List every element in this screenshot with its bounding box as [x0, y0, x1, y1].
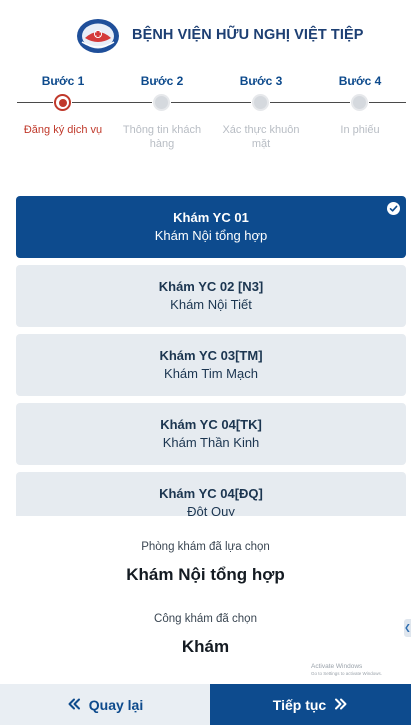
progress-stepper: Bước 1 Bước 2 Bước 3 Bước 4 Đăng ký dịch… [0, 70, 411, 160]
service-card-yc03[interactable]: Khám YC 03[TM] Khám Tim Mạch [16, 334, 406, 396]
hospital-logo-icon [77, 19, 119, 53]
service-code: Khám YC 01 [173, 210, 249, 225]
selected-service-value: Khám [181, 637, 230, 656]
service-code: Khám YC 03[TM] [159, 348, 263, 363]
step-connector [369, 102, 406, 103]
step-4-title: Bước 4 [338, 74, 382, 88]
service-code: Khám YC 04[ĐQ] [159, 486, 263, 501]
service-code: Khám YC 04[TK] [160, 417, 262, 432]
step-connector [17, 102, 53, 103]
step-connector [171, 102, 251, 103]
step-3-indicator [252, 94, 269, 111]
step-2-title: Bước 2 [140, 74, 184, 88]
activate-windows-watermark: Activate Windows Go to Settings to activ… [311, 663, 411, 677]
side-drawer-handle[interactable]: ❮ [404, 619, 411, 637]
service-card-yc04-tk[interactable]: Khám YC 04[TK] Khám Thần Kinh [16, 403, 406, 465]
selected-clinic-label: Phòng khám đã lựa chọn [141, 541, 270, 553]
service-list: Khám YC 01 Khám Nội tổng hợp Khám YC 02 … [16, 196, 406, 516]
step-2-label: Thông tin khách hàng [122, 124, 202, 150]
hospital-name: BỆNH VIỆN HỮU NGHỊ VIỆT TIỆP [132, 27, 364, 43]
service-card-yc02[interactable]: Khám YC 02 [N3] Khám Nội Tiết [16, 265, 406, 327]
watermark-title: Activate Windows [311, 663, 363, 670]
chevron-left-icon: ❮ [404, 623, 411, 632]
double-chevron-left-icon [67, 697, 81, 713]
step-2-indicator [153, 94, 170, 111]
step-1-label: Đăng ký dịch vụ [23, 124, 103, 136]
next-button-label: Tiếp tục [272, 696, 327, 713]
step-4-indicator [351, 94, 368, 111]
step-1-title: Bước 1 [41, 74, 85, 88]
selected-service-label: Công khám đã chọn [154, 613, 257, 625]
step-connector [72, 102, 152, 103]
step-4-label: In phiếu [340, 124, 380, 136]
service-card-yc01[interactable]: Khám YC 01 Khám Nội tổng hợp [16, 196, 406, 258]
back-button-label: Quay lại [88, 696, 144, 713]
app-header: BỆNH VIỆN HỮU NGHỊ VIỆT TIỆP [0, 0, 411, 66]
back-button[interactable]: Quay lại [0, 684, 210, 725]
next-button[interactable]: Tiếp tục [210, 684, 411, 725]
service-name: Khám Nội Tiết [170, 297, 252, 312]
step-connector [270, 102, 350, 103]
service-name: Khám Thần Kinh [162, 435, 260, 450]
service-card-yc04-dq[interactable]: Khám YC 04[ĐQ] Đột Quỵ [16, 472, 406, 516]
service-name: Đột Quỵ [187, 504, 235, 516]
selected-clinic-value: Khám Nội tổng hợp [126, 565, 285, 584]
footer-actions: Quay lại Tiếp tục [0, 684, 411, 725]
step-3-label: Xác thực khuôn mặt [222, 124, 300, 150]
step-1-indicator [54, 94, 71, 111]
service-name: Khám Nội tổng hợp [154, 228, 268, 243]
double-chevron-right-icon [334, 697, 348, 713]
service-name: Khám Tim Mạch [164, 366, 258, 381]
check-circle-icon [387, 202, 400, 215]
service-code: Khám YC 02 [N3] [158, 279, 264, 294]
watermark-subtitle: Go to Settings to activate Windows. [311, 671, 383, 676]
step-3-title: Bước 3 [239, 74, 283, 88]
